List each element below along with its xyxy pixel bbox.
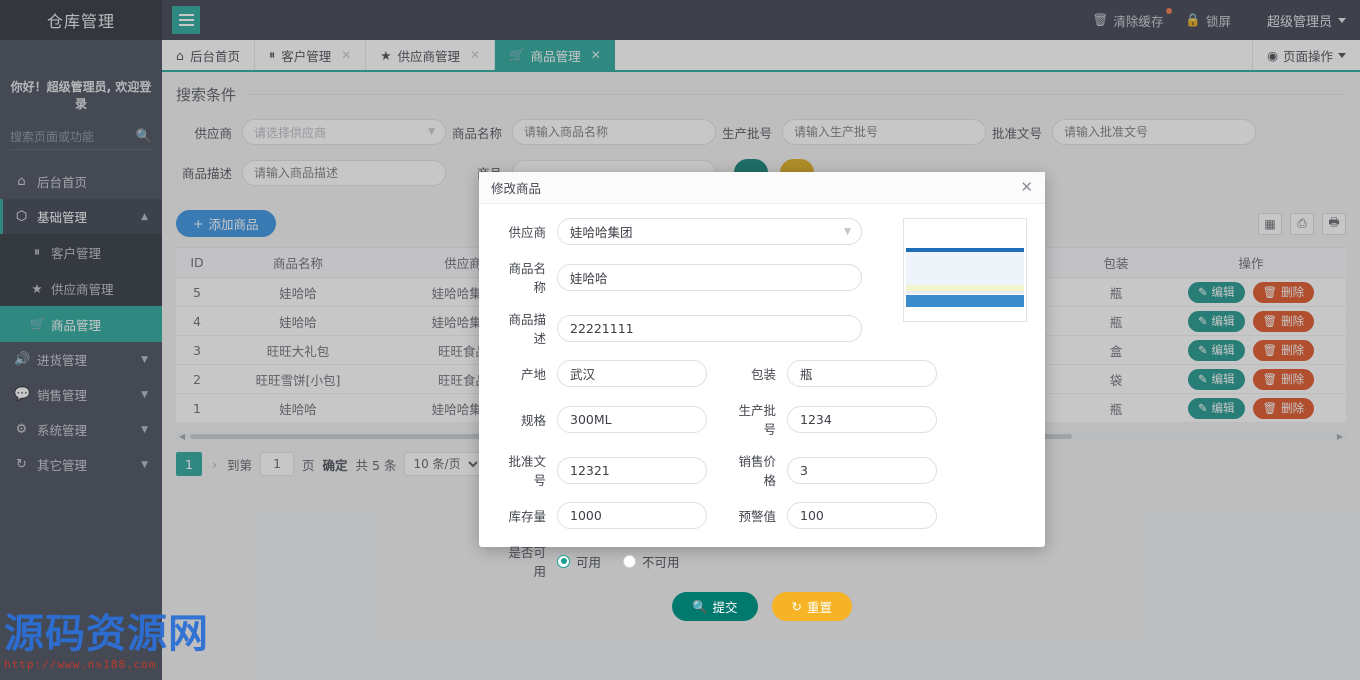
dialog-spec-input[interactable]: [557, 405, 707, 433]
field-label: 是否可用: [508, 545, 546, 579]
field-label: 包装: [750, 367, 776, 382]
field-label: 库存量: [508, 509, 546, 524]
dialog-field-available: 是否可用 可用 不可用: [497, 542, 1027, 580]
thumb-band: [906, 252, 1024, 285]
dialog-grid-row-3: 批准文号 销售价格: [497, 451, 1027, 502]
field-label: 商品描述: [508, 312, 546, 346]
refresh-icon: ↻: [791, 599, 803, 614]
field-label: 预警值: [738, 509, 776, 524]
dialog-grid-row-2: 规格 生产批号: [497, 400, 1027, 451]
dialog-field-pack: 包装: [727, 360, 937, 387]
dialog-approval-input[interactable]: [557, 456, 707, 484]
radio-icon: [623, 554, 637, 568]
search-icon: 🔍: [691, 598, 708, 614]
dialog-supplier-select[interactable]: 娃哈哈集团 ▼: [557, 218, 862, 245]
dialog-field-warn: 预警值: [727, 502, 937, 529]
dialog-grid-row-4: 库存量 预警值: [497, 502, 1027, 542]
dialog-submit-label: 提交: [712, 600, 738, 615]
dialog-pack-input[interactable]: [787, 360, 937, 387]
radio-icon: [557, 554, 570, 568]
dialog-warn-input[interactable]: [787, 502, 937, 529]
dialog-field-stock: 库存量: [497, 502, 707, 529]
field-label: 产地: [520, 367, 546, 382]
radio-available-yes[interactable]: 可用: [557, 552, 601, 571]
dialog-name-input[interactable]: [557, 263, 862, 291]
dialog-stock-input[interactable]: [557, 502, 707, 529]
dialog-supplier-value: 娃哈哈集团: [570, 225, 633, 240]
thumb-band: [906, 221, 1024, 249]
dialog-field-price: 销售价格: [727, 451, 937, 489]
dialog-submit-button[interactable]: 🔍 提交: [671, 592, 758, 621]
dialog-origin-input[interactable]: [557, 360, 707, 387]
radio-label: 可用: [576, 554, 602, 570]
dialog-title: 修改商品: [491, 181, 542, 196]
edit-product-dialog: 修改商品 ✕ 供应商 娃哈哈集团 ▼ 商品名称 娃哈哈 商品描述 2222111…: [479, 172, 1045, 621]
field-label: 生产批号: [738, 403, 776, 437]
product-thumbnail[interactable]: [903, 218, 1027, 322]
dialog-field-origin: 产地: [497, 360, 707, 387]
dialog-grid-row-1: 产地 包装: [497, 360, 1027, 400]
app-root: 仓库管理 🗑 清除缓存 🔒 锁屏 超级管理员 你好！超级管理员, 欢迎登录 搜索…: [0, 0, 1360, 680]
radio-available-no[interactable]: 不可用: [623, 552, 680, 571]
field-label: 供应商: [508, 225, 546, 240]
dialog-price-input[interactable]: [787, 456, 937, 484]
thumb-band: [906, 307, 1024, 319]
dialog-header: 修改商品 ✕: [479, 172, 1045, 204]
radio-label: 不可用: [642, 554, 680, 570]
dialog-batch-input[interactable]: [787, 405, 937, 433]
dialog-actions: 🔍 提交 ↻ 重置: [497, 592, 1027, 621]
field-label: 规格: [520, 412, 546, 428]
chevron-down-icon: ▼: [844, 226, 851, 237]
dialog-description-input[interactable]: [557, 314, 862, 342]
dialog-reset-label: 重置: [807, 600, 833, 615]
field-label: 批准文号: [508, 454, 546, 488]
dialog-field-spec: 规格: [497, 400, 707, 438]
thumbnail-image: [906, 221, 1024, 319]
field-label: 销售价格: [738, 454, 776, 488]
dialog-field-approval: 批准文号: [497, 451, 707, 489]
thumb-band: [906, 294, 1024, 308]
dialog-body: 供应商 娃哈哈集团 ▼ 商品名称 商品描述 产地 包装: [479, 204, 1045, 621]
dialog-field-batch: 生产批号: [727, 400, 937, 438]
close-icon[interactable]: ✕: [1020, 180, 1033, 195]
dialog-reset-button[interactable]: ↻ 重置: [771, 592, 853, 621]
field-label: 商品名称: [508, 261, 546, 295]
